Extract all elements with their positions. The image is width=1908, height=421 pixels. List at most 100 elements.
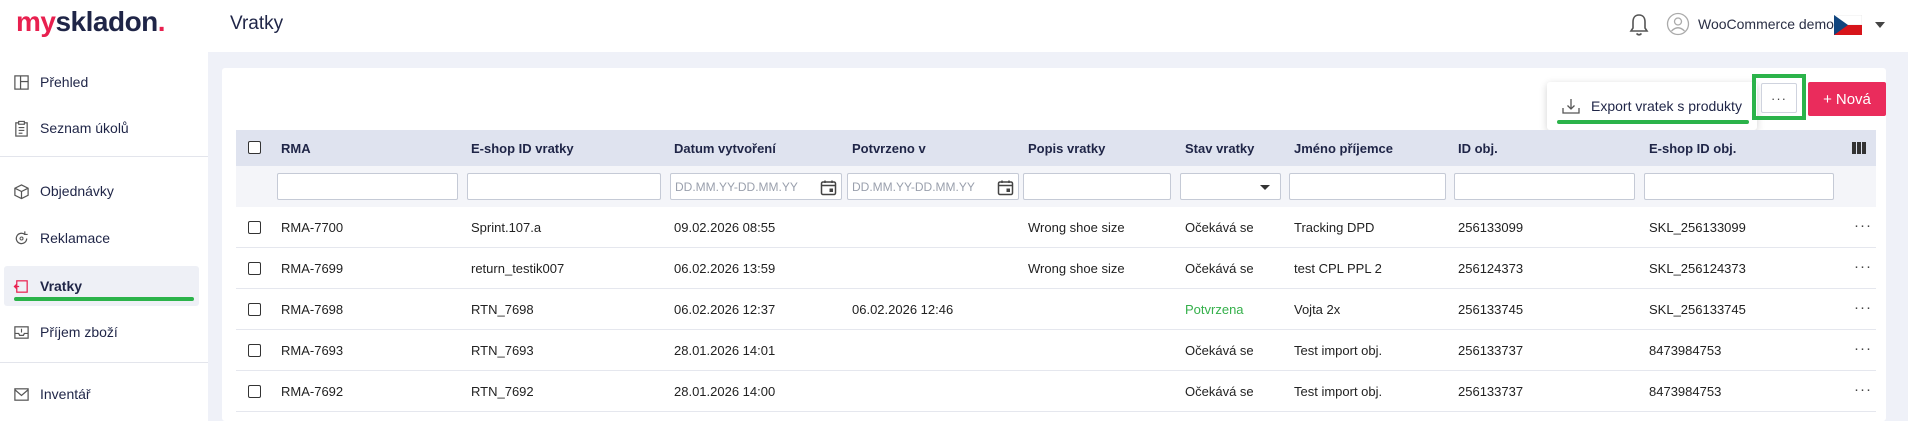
- row-checkbox[interactable]: [248, 262, 261, 275]
- filter-description-input[interactable]: [1023, 173, 1171, 200]
- cell-recipient: Tracking DPD: [1294, 220, 1375, 235]
- column-header-confirmed[interactable]: Potvrzeno v: [852, 141, 926, 156]
- clipboard-icon: [15, 120, 28, 137]
- column-header-eshop-order-id[interactable]: E-shop ID obj.: [1649, 141, 1736, 156]
- sidebar-item-prijem-zbozi[interactable]: Příjem zboží: [4, 312, 199, 352]
- column-settings-icon[interactable]: [1852, 142, 1866, 154]
- chevron-down-icon: [1260, 185, 1270, 190]
- cell-confirmed: 06.02.2026 12:46: [852, 302, 954, 317]
- logo[interactable]: myskladon.: [16, 6, 166, 38]
- sidebar-divider: [0, 362, 208, 363]
- czech-flag-icon[interactable]: [1834, 15, 1862, 35]
- calendar-icon[interactable]: [820, 179, 837, 196]
- bell-icon[interactable]: [1627, 12, 1651, 38]
- row-checkbox[interactable]: [248, 303, 261, 316]
- cell-eshop-id: return_testik007: [471, 261, 565, 276]
- inventory-icon: [14, 387, 29, 401]
- table-row[interactable]: RMA-7699 return_testik007 06.02.2026 13:…: [236, 248, 1876, 289]
- cell-order-id: 256133745: [1458, 302, 1524, 317]
- logo-my: my: [16, 6, 56, 37]
- sidebar-divider: [0, 156, 208, 157]
- logo-dot: .: [157, 6, 166, 37]
- table-row[interactable]: RMA-7700 Sprint.107.a 09.02.2026 08:55 W…: [236, 207, 1876, 248]
- cell-description: Wrong shoe size: [1028, 261, 1125, 276]
- column-header-eshop-id[interactable]: E-shop ID vratky: [471, 141, 574, 156]
- language-caret-icon[interactable]: [1875, 22, 1885, 28]
- cell-rma: RMA-7698: [281, 302, 344, 317]
- cell-order-id: 256133737: [1458, 384, 1524, 399]
- column-header-description[interactable]: Popis vratky: [1028, 141, 1105, 156]
- date-placeholder: DD.MM.YY-DD.MM.YY: [852, 179, 975, 194]
- filter-rma-input[interactable]: [277, 173, 458, 200]
- sidebar-item-reklamace[interactable]: Reklamace: [4, 218, 199, 258]
- cell-created: 28.01.2026 14:01: [674, 343, 776, 358]
- cell-order-id: 256124373: [1458, 261, 1524, 276]
- select-all-checkbox[interactable]: [248, 141, 261, 154]
- cell-created: 09.02.2026 08:55: [674, 220, 776, 235]
- row-checkbox[interactable]: [248, 385, 261, 398]
- export-highlight: [1557, 120, 1749, 124]
- user-avatar-icon: [1666, 12, 1690, 36]
- column-header-recipient[interactable]: Jméno příjemce: [1294, 141, 1393, 156]
- row-more-button[interactable]: ···: [1854, 299, 1872, 316]
- table-row[interactable]: RMA-7692 RTN_7692 28.01.2026 14:00 Očeká…: [236, 371, 1876, 412]
- date-placeholder: DD.MM.YY-DD.MM.YY: [675, 179, 798, 194]
- sidebar-item-label: Přehled: [40, 74, 89, 90]
- more-actions-button[interactable]: ···: [1761, 83, 1797, 113]
- cell-eshop-order-id: SKL_256124373: [1649, 261, 1746, 276]
- sidebar-item-prehled[interactable]: Přehled: [4, 62, 199, 102]
- cell-rma: RMA-7693: [281, 343, 344, 358]
- filter-eshop-order-id-input[interactable]: [1644, 173, 1834, 200]
- plus-icon: +: [1823, 90, 1832, 108]
- cell-rma: RMA-7692: [281, 384, 344, 399]
- row-checkbox[interactable]: [248, 221, 261, 234]
- row-checkbox[interactable]: [248, 344, 261, 357]
- sidebar-item-label: Inventář: [40, 386, 91, 402]
- cell-eshop-order-id: 8473984753: [1649, 384, 1722, 399]
- cell-description: Wrong shoe size: [1028, 220, 1125, 235]
- cell-recipient: test CPL PPL 2: [1294, 261, 1382, 276]
- cell-eshop-order-id: 8473984753: [1649, 343, 1722, 358]
- sidebar-item-objednavky[interactable]: Objednávky: [4, 171, 199, 211]
- cell-rma: RMA-7700: [281, 220, 344, 235]
- row-more-button[interactable]: ···: [1854, 381, 1872, 398]
- cell-eshop-order-id: SKL_256133745: [1649, 302, 1746, 317]
- cell-order-id: 256133737: [1458, 343, 1524, 358]
- calendar-icon[interactable]: [997, 179, 1014, 196]
- filter-confirmed-date-input[interactable]: DD.MM.YY-DD.MM.YY: [847, 173, 1019, 200]
- user-menu[interactable]: WooCommerce demo: [1666, 12, 1834, 36]
- cell-recipient: Test import obj.: [1294, 384, 1383, 399]
- cell-rma: RMA-7699: [281, 261, 344, 276]
- table-row[interactable]: RMA-7698 RTN_7698 06.02.2026 12:37 06.02…: [236, 289, 1876, 330]
- row-more-button[interactable]: ···: [1854, 340, 1872, 357]
- cell-eshop-id: RTN_7698: [471, 302, 534, 317]
- row-more-button[interactable]: ···: [1854, 217, 1872, 234]
- column-header-status[interactable]: Stav vratky: [1185, 141, 1254, 156]
- cell-recipient: Vojta 2x: [1294, 302, 1341, 317]
- filter-created-date-input[interactable]: DD.MM.YY-DD.MM.YY: [670, 173, 842, 200]
- filter-recipient-input[interactable]: [1289, 173, 1446, 200]
- table-row[interactable]: RMA-7693 RTN_7693 28.01.2026 14:01 Očeká…: [236, 330, 1876, 371]
- filter-eshop-id-input[interactable]: [467, 173, 661, 200]
- dashboard-icon: [14, 74, 29, 90]
- sidebar-item-inventar[interactable]: Inventář: [4, 374, 199, 414]
- new-return-button[interactable]: + Nová: [1808, 82, 1886, 116]
- cell-status: Očekává se: [1185, 220, 1254, 235]
- sidebar-item-label: Seznam úkolů: [40, 120, 129, 136]
- sidebar-item-seznam-ukolu[interactable]: Seznam úkolů: [4, 108, 199, 148]
- filter-order-id-input[interactable]: [1454, 173, 1635, 200]
- new-button-label: Nová: [1835, 90, 1871, 108]
- column-header-created[interactable]: Datum vytvoření: [674, 141, 776, 156]
- page-title: Vratky: [230, 13, 284, 34]
- sidebar-item-vratky[interactable]: Vratky: [4, 266, 199, 306]
- sidebar: Přehled Seznam úkolů Objednávky Reklamac…: [0, 52, 208, 421]
- row-more-button[interactable]: ···: [1854, 258, 1872, 275]
- return-icon: [13, 279, 28, 293]
- filter-status-select[interactable]: [1180, 173, 1281, 200]
- column-header-order-id[interactable]: ID obj.: [1458, 141, 1498, 156]
- box-icon: [14, 183, 29, 199]
- cell-eshop-id: RTN_7692: [471, 384, 534, 399]
- sidebar-item-label: Objednávky: [40, 183, 114, 199]
- cell-status: Očekává se: [1185, 261, 1254, 276]
- column-header-rma[interactable]: RMA: [281, 141, 311, 156]
